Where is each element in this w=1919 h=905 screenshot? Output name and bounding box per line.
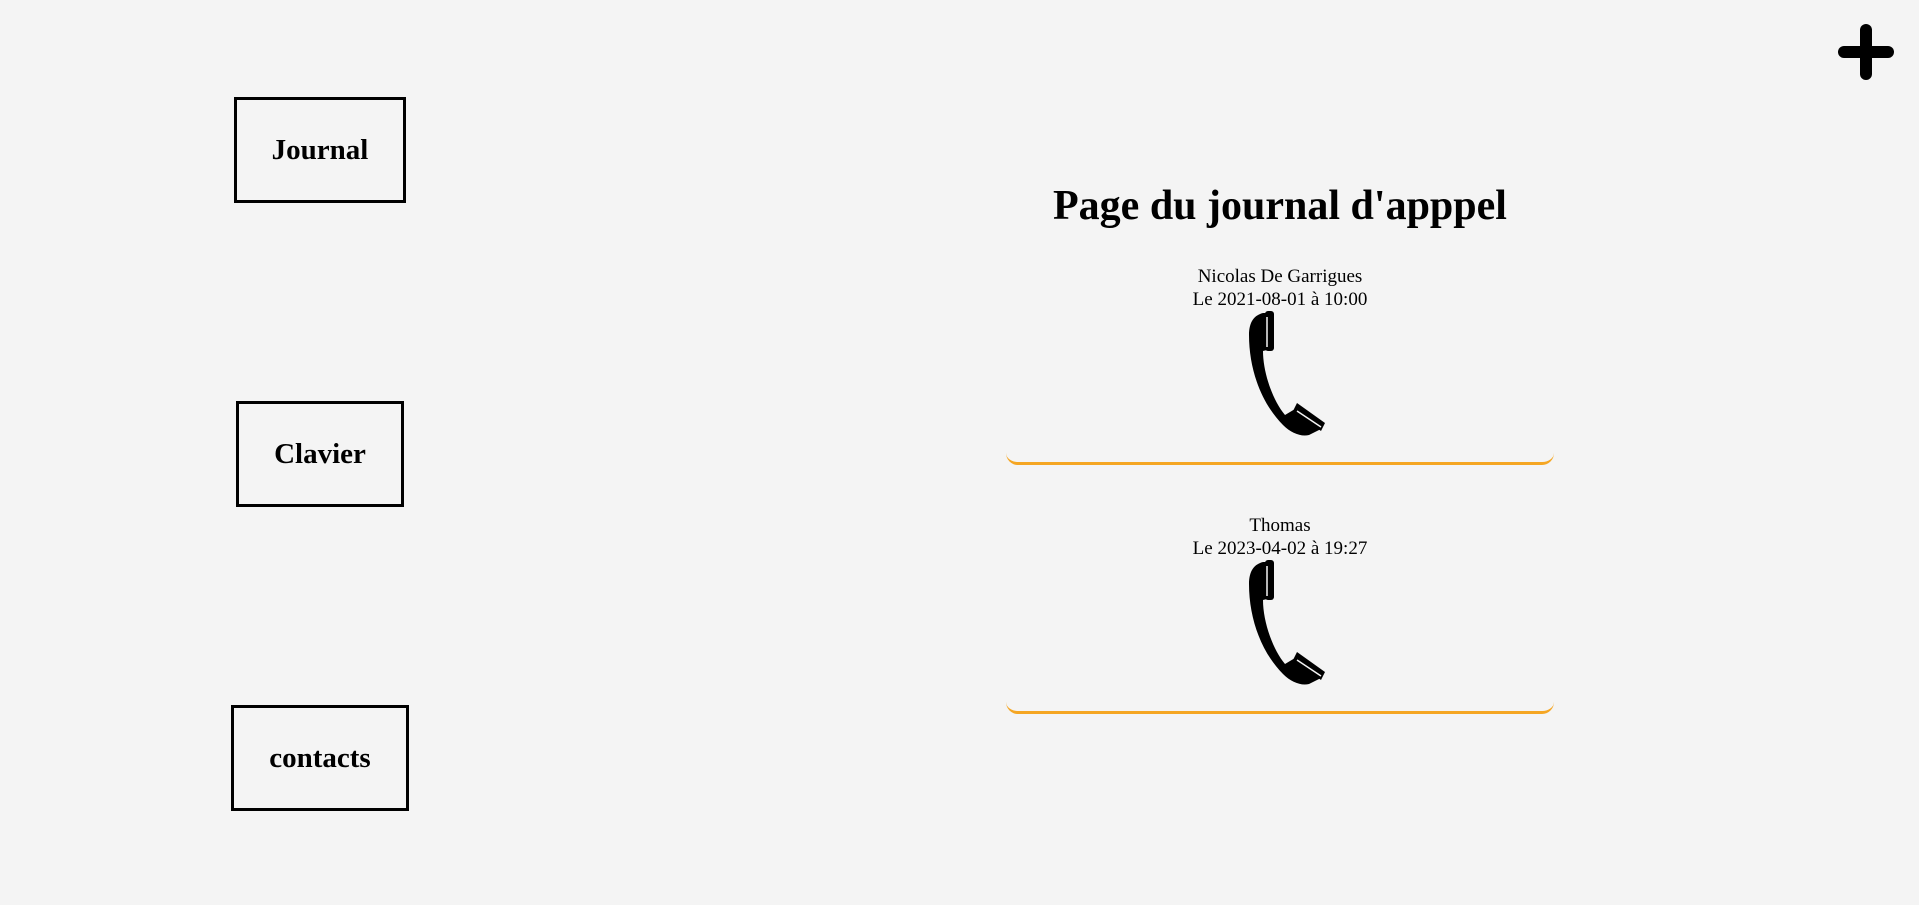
caller-name: Thomas <box>1249 515 1311 536</box>
journal-nav-label: Journal <box>271 133 369 166</box>
phone-icon <box>1225 560 1335 686</box>
add-button[interactable] <box>1836 22 1896 82</box>
contacts-nav-label: contacts <box>269 741 371 774</box>
contacts-nav-button[interactable]: contacts <box>231 705 409 811</box>
plus-icon <box>1838 24 1894 80</box>
journal-nav-button[interactable]: Journal <box>234 97 406 203</box>
call-date: Le 2023-04-02 à 19:27 <box>1192 538 1368 559</box>
clavier-nav-label: Clavier <box>274 437 366 470</box>
call-log-page: Journal Clavier contacts Page du journal… <box>0 0 1919 905</box>
call-log-entry[interactable]: Nicolas De Garrigues Le 2021-08-01 à 10:… <box>1006 265 1554 465</box>
clavier-nav-button[interactable]: Clavier <box>236 401 404 507</box>
caller-name: Nicolas De Garrigues <box>1197 266 1363 287</box>
page-title: Page du journal d'apppel <box>1053 183 1507 229</box>
call-date: Le 2021-08-01 à 10:00 <box>1192 289 1368 310</box>
call-log-entry[interactable]: Thomas Le 2023-04-02 à 19:27 <box>1006 514 1554 714</box>
phone-icon <box>1225 311 1335 437</box>
